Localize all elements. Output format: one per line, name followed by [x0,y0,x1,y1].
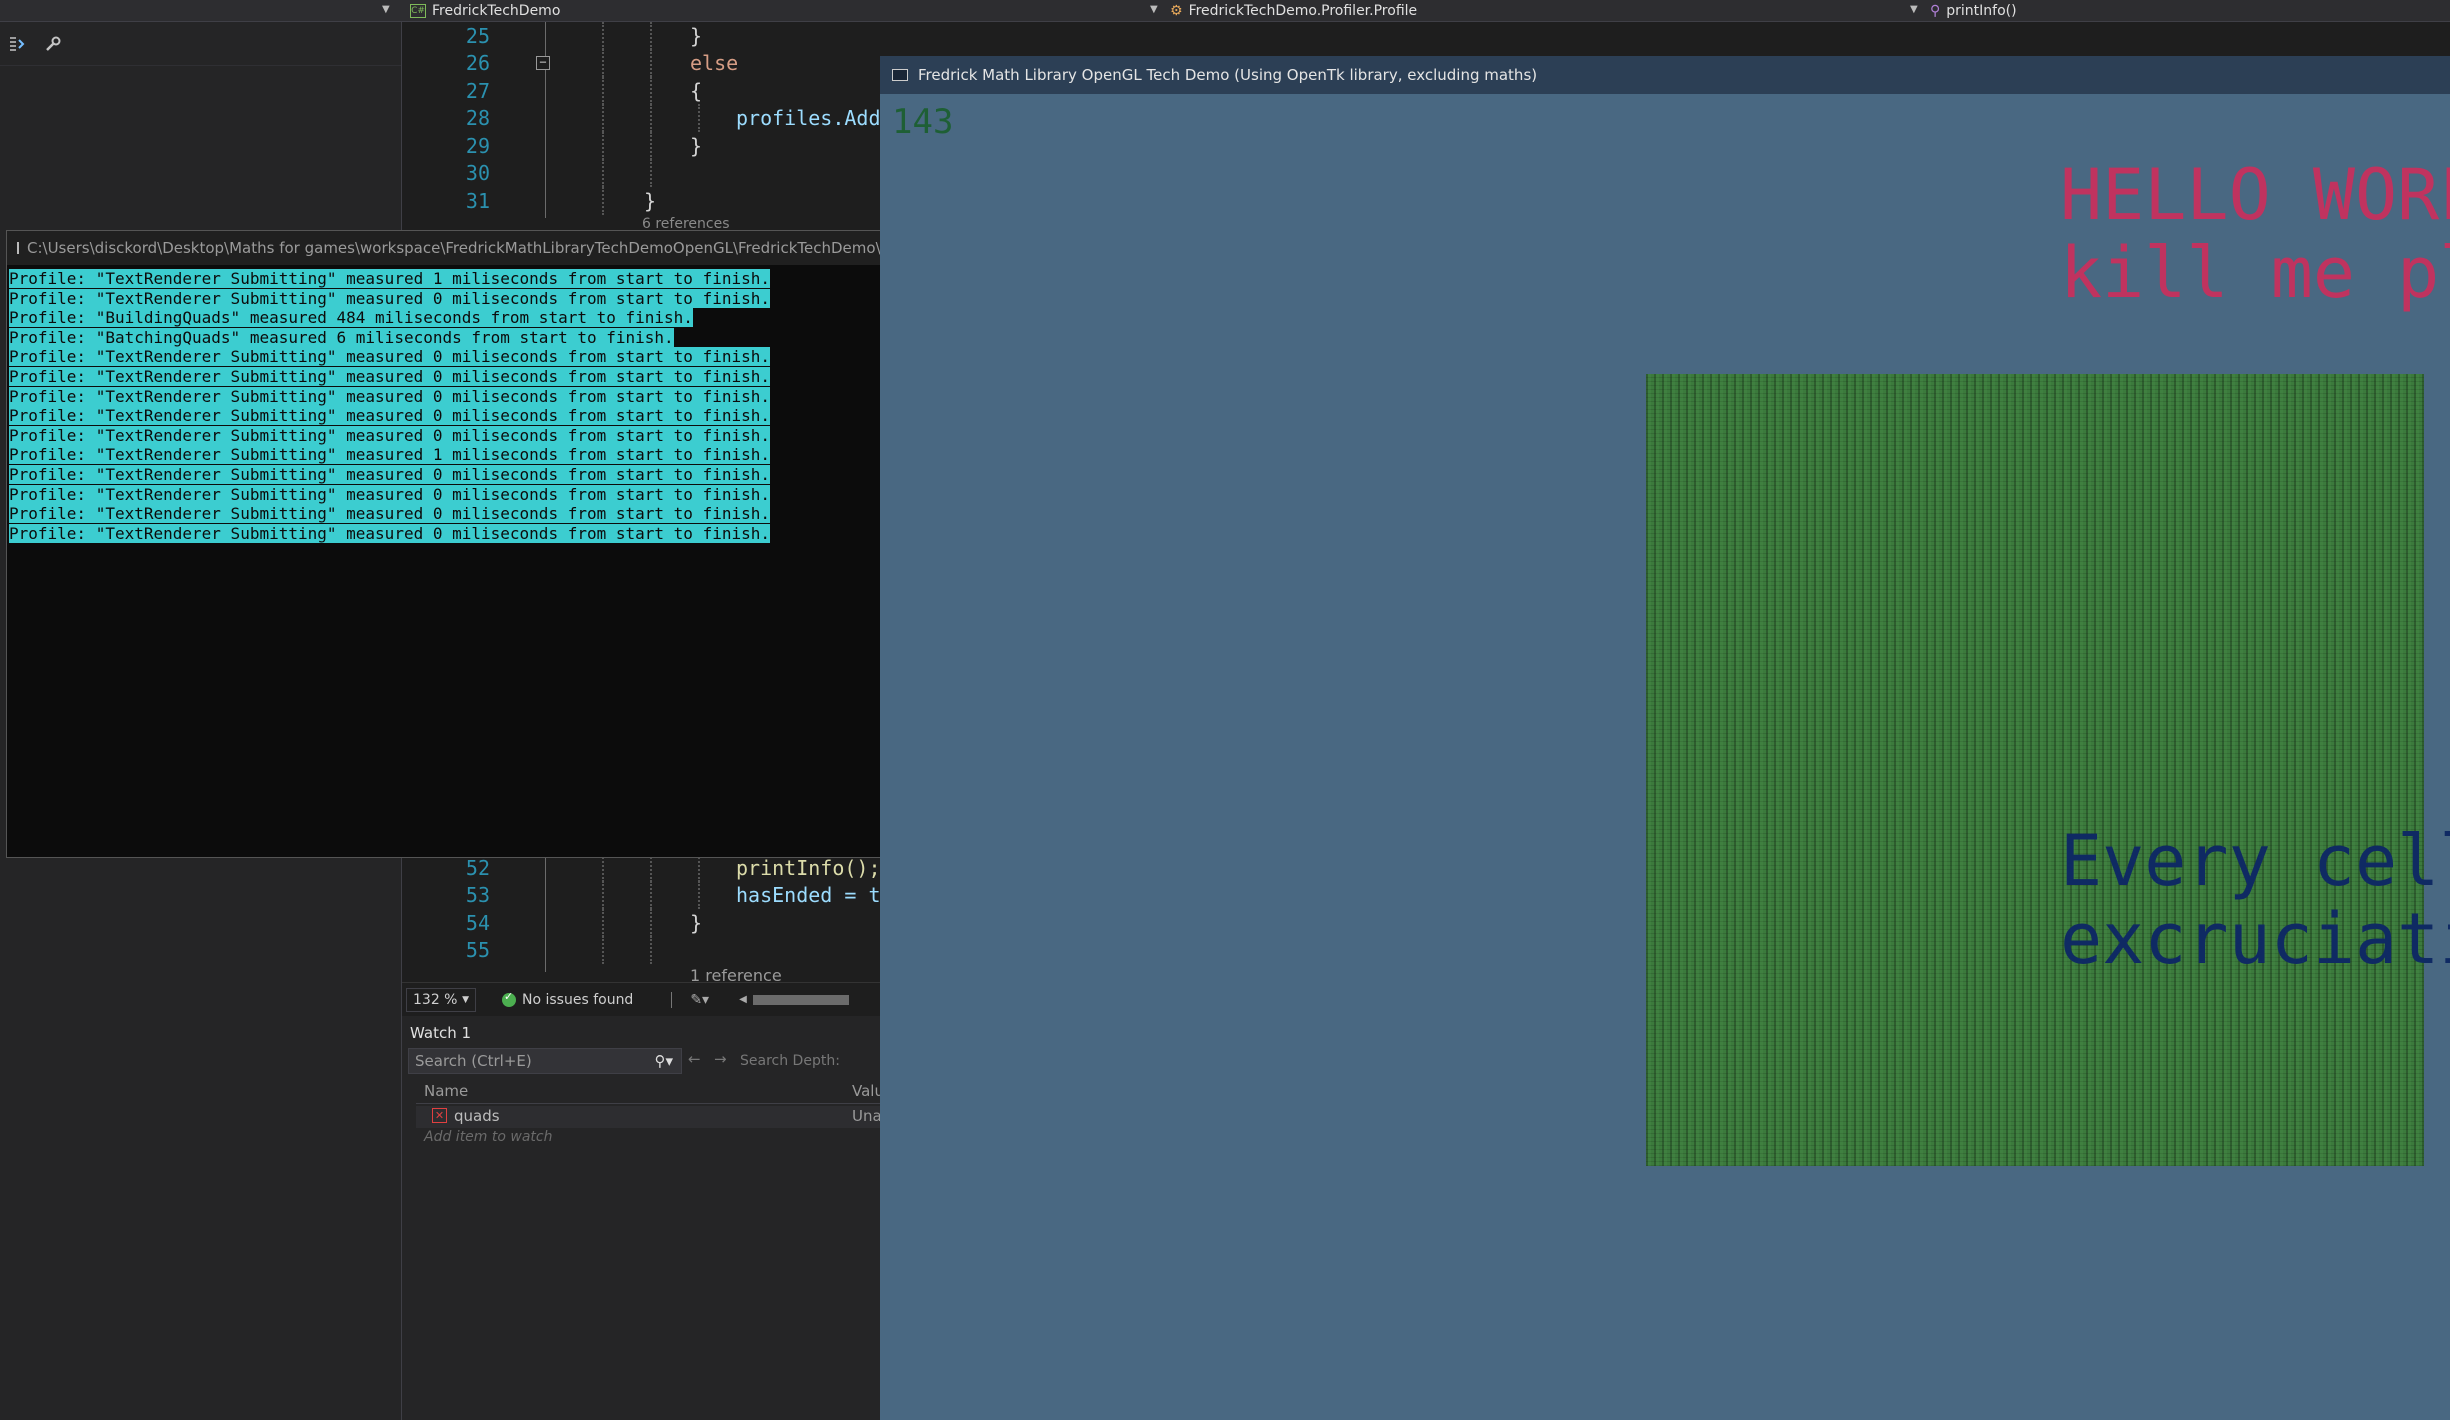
class-icon: ⚙ [1170,3,1183,19]
console-line: Profile: "BatchingQuads" measured 6 mili… [9,327,674,347]
method-icon: ⚲ [1930,3,1941,19]
code-line: 26 − else [465,49,739,77]
code-line: 27 { [465,77,703,105]
back-arrow-icon[interactable]: ← [688,1050,701,1068]
wrench-icon[interactable] [42,33,64,55]
console-line: Profile: "TextRenderer Submitting" measu… [9,464,770,484]
search-placeholder: Search (Ctrl+E) [415,1052,532,1070]
console-app-icon [17,242,19,254]
gl-title-bar[interactable]: Fredrick Math Library OpenGL Tech Demo (… [880,56,2450,94]
console-line: Profile: "TextRenderer Submitting" measu… [9,347,770,367]
code-line: 30 [402,159,882,187]
console-title: C:\Users\disckord\Desktop\Maths for game… [27,239,881,257]
code-line: 55 [402,936,882,964]
watch-item-name: quads [454,1107,500,1125]
gl-window-title: Fredrick Math Library OpenGL Tech Demo (… [918,66,1538,84]
console-line: Profile: "TextRenderer Submitting" measu… [9,288,770,308]
hello-text-line2: kill me pl [2060,232,2450,314]
navigation-bar: ▼ C# FredrickTechDemo ▼ ⚙ FredrickTechDe… [0,0,2450,22]
console-output: Profile: "TextRenderer Submitting" measu… [7,265,881,543]
watch-window: Watch 1 Search (Ctrl+E) ⚲▾ ← → Search De… [402,1016,884,1420]
editor-status-bar: 132 % ▼ ✓ No issues found ✎▾ ◀ [402,982,882,1016]
console-line: Profile: "TextRenderer Submitting" measu… [9,386,770,406]
code-line: 52 printInfo(); [465,854,881,882]
code-line: 25 } [465,22,703,50]
chevron-down-icon[interactable]: ▼ [1910,4,1918,15]
search-depth-label: Search Depth: [740,1053,840,1069]
zoom-dropdown[interactable]: 132 % ▼ [406,987,476,1012]
check-circle-icon: ✓ [502,990,516,1007]
console-line: Profile: "TextRenderer Submitting" measu… [9,445,770,465]
fps-counter: 143 [892,102,954,142]
code-line: 29 } [465,132,703,160]
zoom-level: 132 % [413,991,458,1008]
code-line: 28 profiles.Add( [465,104,893,132]
project-name: FredrickTechDemo [432,3,561,19]
sync-with-document-icon[interactable] [6,33,28,55]
scroll-left-icon[interactable]: ◀ [739,994,747,1005]
column-name: Name [424,1082,469,1100]
type-name: FredrickTechDemo.Profiler.Profile [1188,3,1418,19]
watch-header: Name Valu [416,1080,884,1104]
add-watch-placeholder: Add item to watch [424,1129,553,1145]
watch-search-input[interactable]: Search (Ctrl+E) ⚲▾ [408,1048,682,1074]
project-dropdown[interactable]: C# FredrickTechDemo [410,0,560,22]
code-line: 31 } [465,187,657,215]
member-name: printInfo() [1946,3,2017,19]
window-app-icon [892,69,908,81]
console-line: Profile: "TextRenderer Submitting" measu… [9,504,770,524]
collapse-toggle-icon[interactable]: − [536,56,550,70]
console-line: Profile: "TextRenderer Submitting" measu… [9,269,770,288]
chevron-down-icon: ▼ [462,994,469,1005]
member-dropdown[interactable]: ⚲ printInfo() [1930,0,2017,22]
console-line: Profile: "TextRenderer Submitting" measu… [9,484,770,504]
info-text-line2: excruciati [2060,898,2450,980]
watch-item-value: Una [852,1107,882,1125]
code-line: 54 } [465,909,703,937]
csharp-project-icon: C# [410,4,426,18]
cleanup-brush-icon[interactable]: ✎▾ [690,992,709,1008]
chevron-down-icon[interactable]: ▼ [1150,4,1158,15]
watch-row[interactable]: ✕ quads Una [416,1106,882,1128]
error-icon: ✕ [432,1108,447,1123]
add-watch-row[interactable]: Add item to watch [416,1128,882,1150]
hello-text-line1: HELLO WORL [2060,154,2450,236]
cell-grid-render [1646,374,2424,1166]
console-line: Profile: "TextRenderer Submitting" measu… [9,523,770,543]
separator [671,991,673,1008]
console-line: Profile: "BuildingQuads" measured 484 mi… [9,308,693,328]
console-title-bar[interactable]: C:\Users\disckord\Desktop\Maths for game… [7,231,881,265]
code-line: 53 hasEnded = tr [465,881,893,909]
issues-status[interactable]: No issues found [522,992,633,1008]
type-dropdown[interactable]: ⚙ FredrickTechDemo.Profiler.Profile [1170,0,1417,22]
console-line: Profile: "TextRenderer Submitting" measu… [9,425,770,445]
desktop: ▼ C# FredrickTechDemo ▼ ⚙ FredrickTechDe… [0,0,2450,1420]
horizontal-scrollbar[interactable] [752,994,849,1005]
console-window[interactable]: C:\Users\disckord\Desktop\Maths for game… [6,230,882,858]
console-line: Profile: "TextRenderer Submitting" measu… [9,366,770,386]
watch-title: Watch 1 [410,1024,472,1042]
chevron-down-icon[interactable]: ▼ [382,4,390,15]
console-line: Profile: "TextRenderer Submitting" measu… [9,406,770,426]
forward-arrow-icon[interactable]: → [714,1050,727,1068]
info-text-line1: Every cell [2060,820,2450,902]
left-panel-toolbar [0,22,401,66]
opengl-demo-window[interactable]: Fredrick Math Library OpenGL Tech Demo (… [880,56,2450,1420]
search-icon[interactable]: ⚲▾ [654,1052,673,1070]
